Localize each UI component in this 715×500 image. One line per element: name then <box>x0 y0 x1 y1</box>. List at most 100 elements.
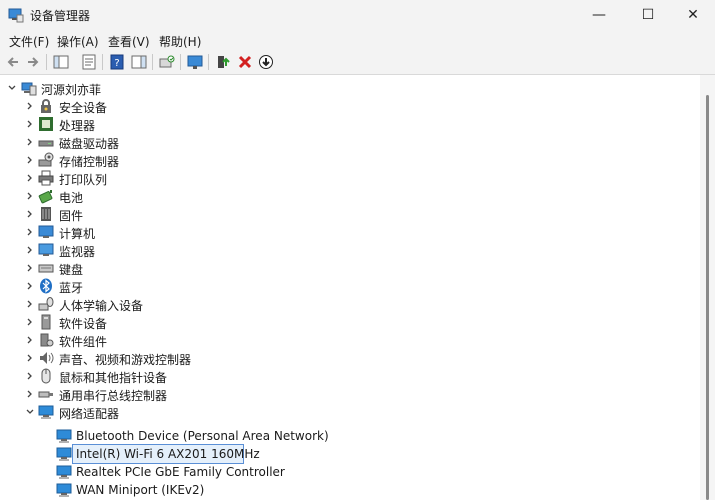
minimize-button[interactable]: — <box>576 0 622 30</box>
menu-bar: 文件(F) 操作(A) 查看(V) 帮助(H) <box>0 30 715 50</box>
window-title: 设备管理器 <box>30 9 91 23</box>
network-adapter-icon <box>56 465 72 479</box>
action-pane-button[interactable] <box>130 53 148 71</box>
close-button[interactable]: ✕ <box>670 0 715 30</box>
action-pane-icon <box>131 55 147 69</box>
chevron-right-icon[interactable] <box>24 388 36 400</box>
chevron-down-icon[interactable] <box>6 82 18 94</box>
sound-icon <box>40 352 54 364</box>
scan-hardware-changes-button[interactable] <box>158 53 176 71</box>
device-tree: 河源刘亦菲 安全设备 处理器 磁盘驱动器 存储控制器 打印队列 电池 固件 计算… <box>0 75 700 500</box>
chevron-right-icon[interactable] <box>24 100 36 112</box>
scrollbar-thumb[interactable] <box>706 95 709 500</box>
back-button[interactable] <box>4 53 22 71</box>
network-adapter-label: Realtek PCIe GbE Family Controller <box>76 465 285 479</box>
show-hide-console-tree-button[interactable] <box>52 53 70 71</box>
network-adapter-item[interactable]: WAN Miniport (IKEv2) <box>0 481 700 499</box>
security-device-icon <box>41 99 51 113</box>
network-adapter-icon <box>56 429 72 443</box>
tree-category-software-devices[interactable]: 软件设备 <box>0 313 700 331</box>
chevron-right-icon[interactable] <box>24 316 36 328</box>
chevron-right-icon[interactable] <box>24 244 36 256</box>
menu-view[interactable]: 查看(V) <box>108 33 150 50</box>
tree-category-sound-video-game[interactable]: 声音、视频和游戏控制器 <box>0 349 700 367</box>
chevron-right-icon[interactable] <box>24 280 36 292</box>
tree-category-print-queues[interactable]: 打印队列 <box>0 169 700 187</box>
maximize-button[interactable]: ☐ <box>625 0 671 30</box>
properties-button[interactable] <box>80 53 98 71</box>
menu-help[interactable]: 帮助(H) <box>159 33 201 50</box>
category-label: 软件设备 <box>59 317 108 331</box>
network-adapter-icon <box>56 483 72 497</box>
display-device-button[interactable] <box>186 53 204 71</box>
tree-category-processors[interactable]: 处理器 <box>0 115 700 133</box>
storage-controller-icon <box>38 152 54 167</box>
chevron-right-icon[interactable] <box>24 262 36 274</box>
category-label: 鼠标和其他指针设备 <box>59 371 168 385</box>
tree-root[interactable]: 河源刘亦菲 <box>0 79 700 97</box>
network-adapter-icon <box>38 405 54 419</box>
tree-category-bluetooth[interactable]: 蓝牙 <box>0 277 700 295</box>
chevron-down-icon[interactable] <box>24 406 36 418</box>
menu-action[interactable]: 操作(A) <box>57 33 99 50</box>
chevron-right-icon[interactable] <box>24 190 36 202</box>
tree-category-software-components[interactable]: 软件组件 <box>0 331 700 349</box>
toolbar: ? <box>0 50 715 75</box>
category-label: 声音、视频和游戏控制器 <box>59 353 192 367</box>
tree-category-computer[interactable]: 计算机 <box>0 223 700 241</box>
category-label: 磁盘驱动器 <box>59 137 120 151</box>
update-driver-icon <box>218 56 230 68</box>
tree-category-storage-controllers[interactable]: 存储控制器 <box>0 151 700 169</box>
category-label: 打印队列 <box>59 173 108 187</box>
network-adapter-item[interactable]: Realtek PCIe GbE Family Controller <box>0 463 700 481</box>
tree-category-batteries[interactable]: 电池 <box>0 187 700 205</box>
network-adapter-item-selected[interactable]: Intel(R) Wi-Fi 6 AX201 160MHz <box>0 444 700 464</box>
tree-category-monitors[interactable]: 监视器 <box>0 241 700 259</box>
chevron-right-icon[interactable] <box>24 172 36 184</box>
processor-icon <box>39 117 53 131</box>
network-adapter-label: WAN Miniport (IKEv2) <box>76 483 205 497</box>
update-driver-button[interactable] <box>214 53 232 71</box>
tree-category-security-devices[interactable]: 安全设备 <box>0 97 700 115</box>
hid-icon <box>38 297 54 311</box>
forward-button[interactable] <box>24 53 42 71</box>
chevron-right-icon[interactable] <box>24 154 36 166</box>
network-adapter-item[interactable]: Bluetooth Device (Personal Area Network) <box>0 427 700 445</box>
toolbar-separator <box>180 54 181 70</box>
usb-icon <box>38 391 53 398</box>
chevron-right-icon[interactable] <box>24 136 36 148</box>
chevron-right-icon[interactable] <box>24 352 36 364</box>
tree-category-usb-controllers[interactable]: 通用串行总线控制器 <box>0 385 700 403</box>
chevron-right-icon[interactable] <box>24 370 36 382</box>
help-book-icon: ? <box>110 54 124 70</box>
arrow-left-icon <box>7 57 18 67</box>
category-label: 人体学输入设备 <box>59 299 144 313</box>
svg-text:?: ? <box>114 58 119 69</box>
chevron-right-icon[interactable] <box>24 208 36 220</box>
tree-category-disk-drives[interactable]: 磁盘驱动器 <box>0 133 700 151</box>
tree-category-hid[interactable]: 人体学输入设备 <box>0 295 700 313</box>
category-label: 存储控制器 <box>59 155 120 169</box>
menu-file[interactable]: 文件(F) <box>9 33 49 50</box>
category-label: 网络适配器 <box>59 407 120 421</box>
disable-down-arrow-icon <box>259 55 273 69</box>
printer-icon <box>38 170 54 186</box>
monitor-icon <box>38 225 54 238</box>
chevron-right-icon[interactable] <box>24 226 36 238</box>
category-label: 安全设备 <box>59 101 108 115</box>
toolbar-separator <box>152 54 153 70</box>
tree-category-network-adapters[interactable]: 网络适配器 <box>0 403 700 421</box>
chevron-right-icon[interactable] <box>24 298 36 310</box>
tree-category-keyboards[interactable]: 键盘 <box>0 259 700 277</box>
monitor-icon <box>38 243 54 256</box>
tree-category-mice[interactable]: 鼠标和其他指针设备 <box>0 367 700 385</box>
help-button[interactable]: ? <box>108 53 126 71</box>
chevron-right-icon[interactable] <box>24 118 36 130</box>
network-adapter-label: Intel(R) Wi-Fi 6 AX201 160MHz <box>76 447 260 461</box>
tree-category-firmware[interactable]: 固件 <box>0 205 700 223</box>
uninstall-device-button[interactable] <box>236 53 254 71</box>
disable-device-button[interactable] <box>257 53 275 71</box>
chevron-right-icon[interactable] <box>24 334 36 346</box>
category-label: 固件 <box>59 209 84 223</box>
category-label: 蓝牙 <box>59 281 84 295</box>
